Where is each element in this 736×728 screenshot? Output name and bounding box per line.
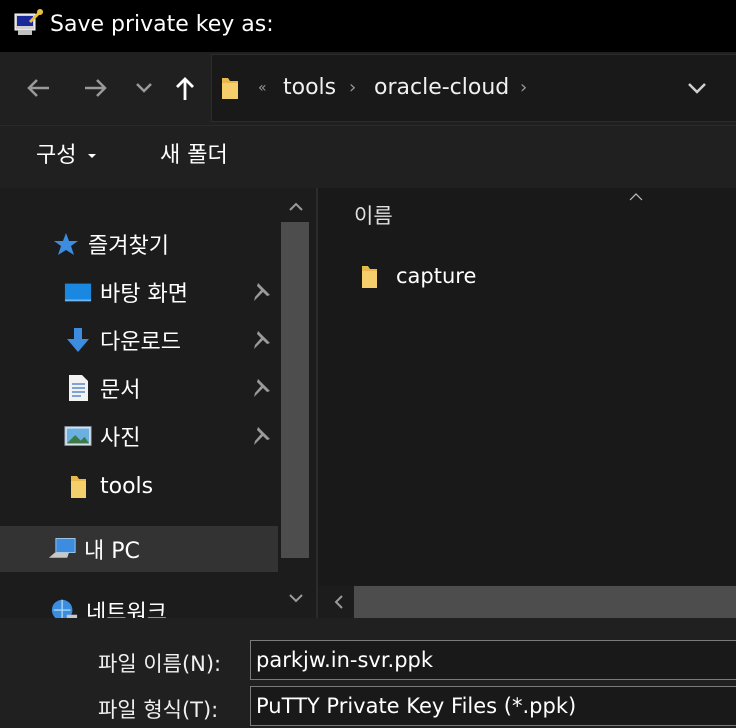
arrow-up-icon (176, 77, 194, 100)
sidebar-item-label: 사진 (100, 426, 141, 451)
sidebar-item-label: 문서 (100, 378, 141, 403)
scrollbar-thumb[interactable] (354, 586, 736, 618)
scroll-up-button[interactable] (284, 194, 308, 218)
file-name: capture (396, 264, 477, 288)
folder-icon (362, 266, 377, 288)
desktop-icon (64, 278, 92, 306)
computer-icon (48, 535, 76, 563)
sidebar-item-downloads[interactable]: 다운로드 (64, 317, 181, 363)
sidebar-item-label: 네트워크 (86, 601, 167, 618)
download-icon (64, 326, 92, 354)
window-title: Save private key as: (50, 12, 274, 37)
breadcrumb-oracle-cloud[interactable]: oracle-cloud (374, 55, 509, 121)
chevron-down-icon (136, 83, 152, 93)
list-item[interactable]: capture (356, 258, 476, 294)
chevron-up-icon (289, 202, 303, 211)
sidebar-item-this-pc[interactable]: 내 PC (0, 526, 278, 572)
pin-icon[interactable] (250, 281, 272, 305)
navigation-pane: 즐겨찾기 바탕 화면 다운로드 문서 사진 tools 내 PC 네트워크 (0, 188, 316, 618)
new-folder-button[interactable]: 새 폴더 (160, 140, 228, 172)
navigation-pane-scrollbar[interactable] (278, 188, 316, 618)
sidebar-item-documents[interactable]: 문서 (64, 365, 140, 411)
recent-locations-button[interactable] (127, 68, 161, 108)
filename-input[interactable]: parkjw.in-svr.ppk (250, 640, 736, 680)
filetype-label: 파일 형식(T): (98, 698, 219, 722)
pin-icon[interactable] (250, 329, 272, 353)
sidebar-item-tools[interactable]: tools (64, 463, 153, 509)
sidebar-item-label: 바탕 화면 (100, 282, 188, 307)
arrow-left-icon (27, 79, 49, 97)
sidebar-item-label: 내 PC (84, 539, 140, 564)
filetype-select[interactable]: PuTTY Private Key Files (*.ppk) (250, 686, 736, 726)
back-button[interactable] (20, 68, 56, 108)
sidebar-item-favorites[interactable]: 즐겨찾기 (52, 221, 169, 267)
scroll-down-button[interactable] (284, 586, 308, 610)
sidebar-item-label: 다운로드 (100, 330, 181, 355)
title-bar: Save private key as: (0, 0, 736, 52)
address-bar[interactable]: « tools › oracle-cloud › (211, 54, 736, 122)
pin-icon[interactable] (250, 425, 272, 449)
sidebar-item-network[interactable]: 네트워크 (50, 588, 167, 618)
putty-keygen-icon (14, 8, 44, 35)
scroll-left-button[interactable] (326, 590, 350, 614)
scrollbar-thumb[interactable] (281, 222, 309, 558)
address-dropdown-icon[interactable] (688, 83, 706, 95)
arrow-right-icon (85, 79, 107, 97)
folder-icon (222, 78, 238, 99)
pictures-icon (64, 422, 92, 450)
breadcrumb-tools[interactable]: tools (283, 55, 336, 121)
organize-label: 구성 (36, 143, 77, 168)
sidebar-item-desktop[interactable]: 바탕 화면 (64, 269, 188, 315)
file-list: 이름 capture (318, 188, 736, 618)
network-icon (50, 597, 78, 618)
chevron-down-icon (289, 593, 303, 602)
chevron-left-icon (334, 595, 343, 609)
breadcrumb-separator[interactable]: › (520, 55, 527, 121)
up-button[interactable] (167, 68, 203, 108)
filename-label: 파일 이름(N): (98, 652, 222, 676)
pin-icon[interactable] (250, 377, 272, 401)
sidebar-item-label: tools (100, 473, 154, 499)
document-icon (64, 374, 92, 402)
sidebar-item-label: 즐겨찾기 (88, 234, 169, 259)
sort-ascending-icon (629, 193, 643, 201)
command-bar: 구성 새 폴더 (0, 125, 736, 188)
file-list-horizontal-scrollbar[interactable] (318, 586, 736, 618)
folder-icon (64, 472, 92, 500)
overflow-chevron[interactable]: « (258, 55, 267, 121)
star-icon (52, 230, 80, 258)
caret-down-icon (88, 154, 97, 158)
column-header-name[interactable]: 이름 (354, 200, 393, 230)
forward-button[interactable] (78, 68, 114, 108)
breadcrumb-separator[interactable]: › (349, 55, 356, 121)
save-form: 파일 이름(N): parkjw.in-svr.ppk 파일 형식(T): Pu… (0, 618, 736, 728)
organize-button[interactable]: 구성 (36, 140, 97, 172)
sidebar-item-pictures[interactable]: 사진 (64, 413, 140, 459)
